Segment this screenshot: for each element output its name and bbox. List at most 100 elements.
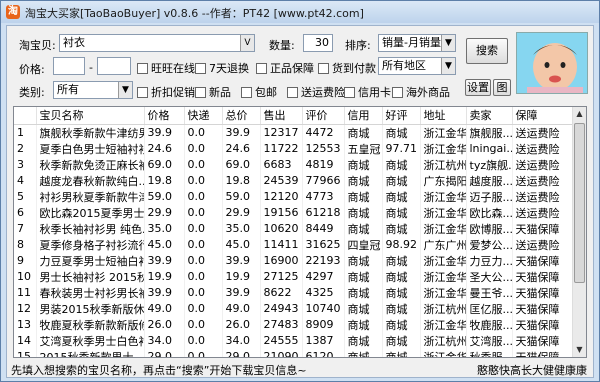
vertical-scrollbar[interactable]: ▲ ▼ [572,107,586,357]
table-row[interactable]: 3秋季新款免烫正麻长袖...69.00.069.066834819商城商城浙江杭… [14,156,575,173]
region-select[interactable]: 所有地区 ▼ [378,57,456,75]
scroll-down-icon[interactable]: ▼ [573,343,586,357]
checkbox-box[interactable] [241,87,252,98]
table-row[interactable]: 6 欧比森2015夏季男士... 29.9 0.0 29.9 19156 61218 商城 商城… [14,204,575,221]
column-header[interactable]: 价格 [144,107,185,125]
table-cell: 14 [14,332,37,349]
table-cell: 0.0 [184,348,223,357]
table-row[interactable]: 9力豆夏季男士短袖白衬...39.90.039.91690022193商城商城浙… [14,252,575,269]
price-separator: - [89,61,93,74]
table-cell: 浙江金华 [420,252,467,269]
table-cell: 39.9 [144,124,185,141]
table-cell: 浙江金华 [420,284,467,301]
table-row[interactable]: 15 2015秋季新款男士... 29.0 0.0 29.0 21090 6120 商城 商城浙… [14,348,575,357]
column-header[interactable]: 快递 [184,107,223,125]
freeship-checkbox[interactable]: 包邮 [241,84,277,99]
scrollbar-thumb[interactable] [574,123,585,283]
table-cell: 商城 [344,156,383,173]
table-cell: 19.9 [222,268,261,285]
scroll-up-icon[interactable]: ▲ [573,107,586,121]
column-header[interactable]: 总价 [222,107,261,125]
settings-button[interactable]: 设置 [465,79,491,96]
table-cell: 0.0 [184,188,223,205]
sort-select[interactable]: 销量-月销量 ▼ [378,34,456,52]
insurance-checkbox[interactable]: 送运费险 [287,84,345,99]
table-cell: 天猫保障 [512,332,575,349]
column-header[interactable]: 好评 [382,107,421,125]
table-row[interactable]: 14艾湾夏秋季男士白色衬...34.00.034.0245551387商城商城浙… [14,332,575,349]
table-cell: 浙江杭州 [420,332,467,349]
price-max-input[interactable] [97,57,131,75]
price-min-input[interactable] [53,57,85,75]
column-header[interactable] [14,107,37,125]
search-button[interactable]: 搜索 [466,38,508,64]
wangwang-online-label: 旺旺在线 [151,62,195,75]
checkbox-box[interactable] [195,63,206,74]
column-header[interactable]: 地址 [420,107,467,125]
image-button[interactable]: 图 [493,79,511,96]
new-checkbox[interactable]: 新品 [195,84,231,99]
status-right-text: 憨憨快高长大健健康康 [477,364,587,377]
table-cell: 21090 [260,348,303,357]
table-cell: 0.0 [184,156,223,173]
checkbox-box[interactable] [344,87,355,98]
column-header[interactable]: 信用 [344,107,383,125]
results-table[interactable]: 宝贝名称 价格 快递 总价 售出 评价 信用 好评 地址 卖家 保障 1 旗舰秋季… [13,106,587,358]
discount-checkbox[interactable]: 折扣促销 [137,84,195,99]
chevron-down-icon[interactable]: ▼ [118,82,132,98]
overseas-checkbox[interactable]: 海外商品 [392,84,450,99]
title-bar[interactable]: 淘 淘宝大买家[TaoBaoBuyer] v0.8.6 --作者：PT42 [w… [1,1,599,23]
keyword-combo[interactable]: 衬衣 V [59,34,255,52]
checkbox-box[interactable] [195,87,206,98]
checkbox-box[interactable] [137,63,148,74]
cod-checkbox[interactable]: 货到付款 [318,60,376,75]
table-row[interactable]: 5衬衫男秋夏季新款牛津...59.00.059.0121204773商城商城浙江… [14,188,575,205]
table-row[interactable]: 10男士长袖衬衫 2015秋...19.90.019.9271254297商城商… [14,268,575,285]
column-header[interactable]: 宝贝名称 [36,107,145,125]
table-cell: 欧比森2015夏季男士... [36,204,145,221]
table-cell: 98.92 [382,236,421,253]
column-header[interactable]: 售出 [260,107,303,125]
status-bar: 先填入想搜索的宝贝名称，再点击“搜索”开始下载宝贝信息~ 憨憨快高长大健健康康 [7,361,593,377]
table-row[interactable]: 1 旗舰秋季新款牛津纺男 39.9 0.0 39.9 12317 4472 商城 商城 浙江金华旗… [14,124,575,141]
table-row[interactable]: 8夏季修身格子衬衫流行...45.00.045.01141131625四皇冠98… [14,236,575,253]
chevron-down-icon[interactable]: ▼ [441,58,455,74]
checkbox-box[interactable] [287,87,298,98]
table-cell: 夏季修身格子衬衫流行... [36,236,145,253]
new-label: 新品 [209,86,231,99]
keyword-input[interactable]: 衬衣 [63,36,85,49]
checkbox-box[interactable] [137,87,148,98]
table-row[interactable]: 12 男装2015秋季新版休... 49.0 0.0 49.0 24943 10740 商城商… [14,300,575,317]
wangwang-online-checkbox[interactable]: 旺旺在线 [137,60,195,75]
table-cell: 浙江金华 [420,316,467,333]
checkbox-box[interactable] [392,87,403,98]
category-select[interactable]: 所有 ▼ [53,81,133,99]
creditcard-checkbox[interactable]: 信用卡 [344,84,391,99]
checkbox-box[interactable] [256,63,267,74]
return-7day-checkbox[interactable]: 7天退换 [195,60,249,75]
count-input[interactable]: 30 [303,34,333,52]
genuine-checkbox[interactable]: 正品保障 [256,60,314,75]
table-cell: 牧鹿服... [466,316,513,333]
table-cell: 11411 [260,236,303,253]
table-row[interactable]: 13牧鹿夏秋季新款新版修...26.00.026.0274838909商城商城浙… [14,316,575,333]
table-cell: 衬衫男秋夏季新款牛津... [36,188,145,205]
column-header[interactable]: 保障 [512,107,575,125]
table-cell: 浙江金华 [420,220,467,237]
baby-photo-icon [517,33,587,93]
table-cell: 送运费险 [512,156,575,173]
chevron-down-icon[interactable]: ▼ [441,35,455,51]
table-cell: 6120 [302,348,345,357]
column-header[interactable]: 评价 [302,107,345,125]
keyword-dropdown-button[interactable]: V [240,35,254,51]
table-row[interactable]: 4 越度龙春秋新款纯白... 19.8 0.0 19.8 24539 77966 商城 商城 广东… [14,172,575,189]
table-cell: 12553 [302,140,345,157]
table-row[interactable]: 11春秋装男士衬衫男长袖...39.90.039.986224325商城商城浙江… [14,284,575,301]
table-row[interactable]: 2夏季白色男士短袖衬衫...24.60.024.61172212553五皇冠97… [14,140,575,157]
table-cell: 男装2015秋季新版休... [36,300,145,317]
table-cell: 天猫保障 [512,348,575,357]
table-row[interactable]: 7 秋季长袖衬衫男 纯色... 35.0 0.0 35.0 10620 8449 商城 商城 浙江… [14,220,575,237]
table-cell: 59.0 [222,188,261,205]
checkbox-box[interactable] [318,63,329,74]
column-header[interactable]: 卖家 [466,107,513,125]
